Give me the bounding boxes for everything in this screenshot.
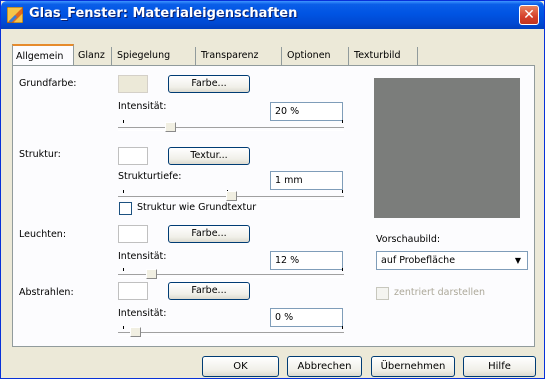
- cancel-button[interactable]: Abbrechen: [287, 356, 362, 377]
- abstrahlen-label: Abstrahlen:: [19, 287, 74, 298]
- material-properties-dialog: Glas_Fenster: Materialeigenschaften ✕ Al…: [0, 0, 545, 379]
- tab-allgemein[interactable]: Allgemein: [12, 44, 74, 66]
- title-bar[interactable]: Glas_Fenster: Materialeigenschaften ✕: [1, 1, 544, 29]
- abstrahlen-intensity-field[interactable]: 0 %: [270, 308, 343, 327]
- slider-track: [118, 127, 344, 131]
- tab-texturbild[interactable]: Texturbild: [351, 47, 418, 65]
- strukturtiefe-slider[interactable]: [118, 191, 344, 201]
- slider-thumb[interactable]: [130, 327, 141, 337]
- slider-thumb[interactable]: [146, 269, 157, 279]
- grundfarbe-color-button[interactable]: Farbe...: [168, 75, 250, 93]
- ok-button[interactable]: OK: [202, 356, 279, 377]
- grundfarbe-swatch: [118, 75, 148, 93]
- help-button[interactable]: Hilfe: [463, 356, 536, 377]
- leuchten-swatch: [118, 225, 148, 243]
- close-button[interactable]: ✕: [519, 5, 539, 25]
- material-edit-icon: [7, 7, 23, 23]
- vorschaubild-label: Vorschaubild:: [376, 234, 441, 245]
- vorschaubild-selected-value: auf Probefläche: [381, 255, 456, 266]
- window-title: Glas_Fenster: Materialeigenschaften: [29, 6, 298, 21]
- slider-track: [118, 332, 344, 336]
- zentriert-darstellen-label: zentriert darstellen: [394, 287, 486, 298]
- grundfarbe-intensity-slider[interactable]: [118, 122, 344, 132]
- leuchten-intensity-label: Intensität:: [118, 251, 167, 262]
- strukturtiefe-label: Strukturtiefe:: [118, 171, 182, 182]
- tab-optionen[interactable]: Optionen: [284, 47, 349, 65]
- grundfarbe-intensity-label: Intensität:: [118, 101, 167, 112]
- struktur-label: Struktur:: [19, 149, 61, 160]
- leuchten-color-button[interactable]: Farbe...: [168, 225, 250, 243]
- abstrahlen-color-button[interactable]: Farbe...: [168, 282, 250, 300]
- struktur-wie-grundtextur-checkbox[interactable]: [119, 202, 132, 215]
- leuchten-intensity-slider[interactable]: [118, 269, 344, 279]
- struktur-swatch: [118, 147, 148, 165]
- material-preview: [374, 78, 520, 218]
- struktur-wie-grundtextur-label: Struktur wie Grundtextur: [137, 202, 257, 213]
- close-icon: ✕: [523, 7, 535, 23]
- slider-thumb[interactable]: [165, 122, 176, 132]
- apply-button[interactable]: Übernehmen: [371, 356, 455, 377]
- abstrahlen-intensity-slider[interactable]: [118, 327, 344, 337]
- struktur-texture-button[interactable]: Textur...: [168, 147, 250, 165]
- strukturtiefe-field[interactable]: 1 mm: [270, 171, 343, 190]
- slider-thumb[interactable]: [226, 191, 237, 201]
- vorschaubild-select[interactable]: auf Probefläche ▼: [376, 251, 528, 270]
- grundfarbe-intensity-field[interactable]: 20 %: [270, 102, 343, 121]
- tab-transparenz[interactable]: Transparenz: [198, 47, 282, 65]
- tab-spiegelung[interactable]: Spiegelung: [114, 47, 196, 65]
- abstrahlen-swatch: [118, 282, 148, 300]
- abstrahlen-intensity-label: Intensität:: [118, 308, 167, 319]
- zentriert-darstellen-checkbox[interactable]: [376, 287, 389, 300]
- leuchten-label: Leuchten:: [19, 229, 67, 240]
- grundfarbe-label: Grundfarbe:: [19, 78, 77, 89]
- tab-glanz[interactable]: Glanz: [75, 47, 112, 65]
- dropdown-arrow-icon[interactable]: ▼: [511, 253, 525, 268]
